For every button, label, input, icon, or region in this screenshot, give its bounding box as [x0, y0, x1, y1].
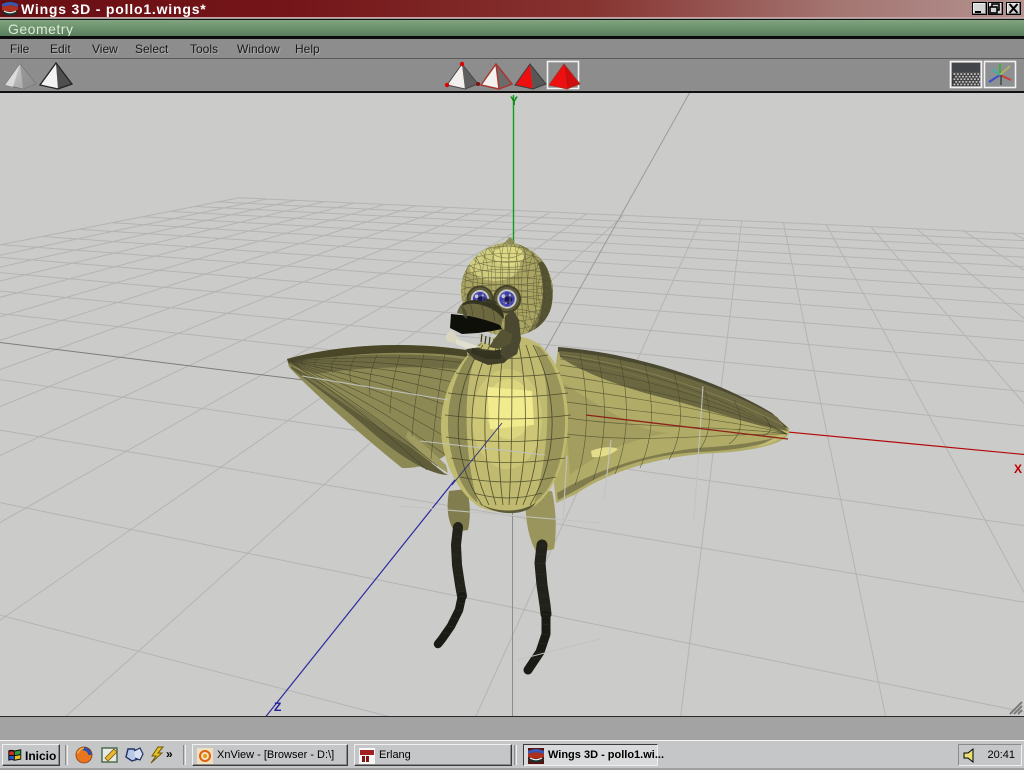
svg-text:Z: Z [274, 700, 281, 714]
svg-text:X: X [1014, 462, 1022, 476]
svg-text:Y: Y [510, 94, 518, 108]
